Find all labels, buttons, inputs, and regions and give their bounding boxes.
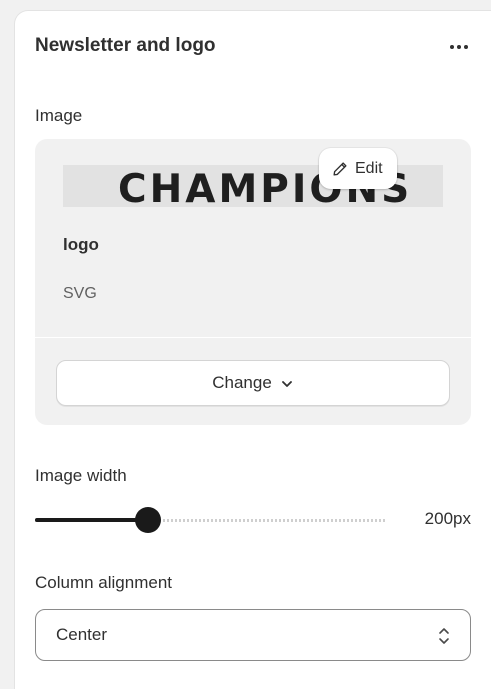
image-width-value: 200px: [424, 509, 471, 528]
change-image-button[interactable]: Change: [56, 360, 450, 406]
image-width-label: Image width: [35, 466, 127, 485]
image-picker-card: CHAMPIONS Edit logo SVG Change: [35, 139, 471, 425]
edit-image-button[interactable]: Edit: [319, 148, 397, 189]
edit-button-label: Edit: [355, 159, 383, 177]
chevron-down-icon: [281, 381, 292, 387]
settings-panel: Newsletter and logo Image CHAMPIONS Edit…: [14, 10, 491, 689]
column-alignment-label: Column alignment: [35, 573, 173, 592]
image-width-slider[interactable]: [35, 506, 387, 534]
up-down-chevron-icon: [439, 628, 449, 644]
image-file-name: logo: [63, 235, 99, 254]
image-label: Image: [35, 106, 83, 125]
image-file-type: SVG: [63, 285, 97, 302]
horizontal-dots-icon: [450, 45, 468, 49]
section-title: Newsletter and logo: [35, 35, 216, 56]
more-options-button[interactable]: [445, 37, 473, 57]
column-alignment-select[interactable]: Center: [35, 609, 471, 661]
slider-thumb[interactable]: [134, 507, 161, 533]
pencil-icon: [333, 161, 347, 176]
slider-fill: [35, 518, 148, 522]
change-button-label: Change: [212, 373, 272, 392]
card-divider: [35, 337, 471, 338]
column-alignment-value: Center: [56, 625, 108, 644]
